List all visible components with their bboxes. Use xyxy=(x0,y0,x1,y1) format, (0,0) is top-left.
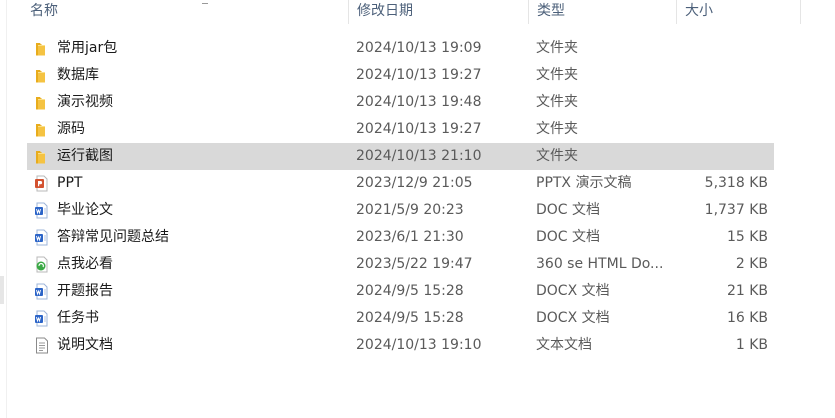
file-row[interactable]: 数据库 2024/10/13 19:27 文件夹 xyxy=(27,62,774,89)
file-size: 5,318 KB xyxy=(704,175,768,191)
folder-icon xyxy=(34,40,50,57)
file-name: 常用jar包 xyxy=(57,40,118,56)
file-row[interactable]: 常用jar包 2024/10/13 19:09 文件夹 xyxy=(27,35,774,62)
file-type: 360 se HTML Do... xyxy=(536,256,664,272)
file-type: 文件夹 xyxy=(536,94,578,110)
file-type: 文件夹 xyxy=(536,40,578,56)
file-name: 答辩常见问题总结 xyxy=(57,229,169,245)
file-row[interactable]: 答辩常见问题总结 2023/6/1 21:30 DOC 文档 15 KB xyxy=(27,224,774,251)
file-size: 1 KB xyxy=(735,337,768,353)
file-type: DOC 文档 xyxy=(536,202,601,218)
file-name: 毕业论文 xyxy=(57,202,113,218)
file-name: 任务书 xyxy=(57,310,99,326)
file-size: 15 KB xyxy=(726,229,768,245)
file-date-modified: 2023/5/22 19:47 xyxy=(356,256,473,272)
file-size: 16 KB xyxy=(726,310,768,326)
file-name: 运行截图 xyxy=(57,148,113,164)
file-type: 文本文档 xyxy=(536,337,592,353)
folder-icon xyxy=(34,121,50,138)
file-name: 说明文档 xyxy=(57,337,113,353)
file-type: 文件夹 xyxy=(536,121,578,137)
file-type: 文件夹 xyxy=(536,148,578,164)
sort-indicator-icon xyxy=(202,0,208,4)
file-type: DOC 文档 xyxy=(536,229,601,245)
scroll-marker xyxy=(0,276,4,304)
pptx-file-icon xyxy=(34,175,50,192)
folder-icon xyxy=(34,67,50,84)
file-row[interactable]: 毕业论文 2021/5/9 20:23 DOC 文档 1,737 KB xyxy=(27,197,774,224)
file-name: 演示视频 xyxy=(57,94,113,110)
file-size: 1,737 KB xyxy=(704,202,768,218)
file-date-modified: 2023/12/9 21:05 xyxy=(356,175,473,191)
file-name: PPT xyxy=(57,175,83,191)
column-header-type[interactable]: 类型 xyxy=(528,0,676,24)
file-date-modified: 2024/10/13 19:27 xyxy=(356,121,482,137)
column-header-date-modified[interactable]: 修改日期 xyxy=(348,0,528,24)
column-header-name[interactable]: 名称 xyxy=(22,0,348,24)
word-doc-icon xyxy=(34,310,50,327)
word-doc-icon xyxy=(34,202,50,219)
file-row[interactable]: 任务书 2024/9/5 15:28 DOCX 文档 16 KB xyxy=(27,305,774,332)
file-type: PPTX 演示文稿 xyxy=(536,175,632,191)
file-date-modified: 2023/6/1 21:30 xyxy=(356,229,464,245)
folder-icon xyxy=(34,94,50,111)
file-date-modified: 2024/10/13 19:48 xyxy=(356,94,482,110)
file-row[interactable]: 开题报告 2024/9/5 15:28 DOCX 文档 21 KB xyxy=(27,278,774,305)
file-date-modified: 2024/9/5 15:28 xyxy=(356,283,464,299)
file-list: 常用jar包 2024/10/13 19:09 文件夹 数据库 2024/10/13 1… xyxy=(27,35,775,359)
file-date-modified: 2024/10/13 19:27 xyxy=(356,67,482,83)
file-size: 21 KB xyxy=(726,283,768,299)
html-file-icon xyxy=(34,256,50,273)
file-name: 点我必看 xyxy=(57,256,113,272)
pane-divider[interactable] xyxy=(6,0,7,418)
folder-icon xyxy=(34,148,50,165)
column-header-end-divider[interactable] xyxy=(800,0,801,24)
column-header-size[interactable]: 大小 xyxy=(676,0,778,24)
file-size: 2 KB xyxy=(735,256,768,272)
file-type: 文件夹 xyxy=(536,67,578,83)
file-date-modified: 2024/9/5 15:28 xyxy=(356,310,464,326)
file-row[interactable]: 说明文档 2024/10/13 19:10 文本文档 1 KB xyxy=(27,332,774,359)
file-type: DOCX 文档 xyxy=(536,283,610,299)
file-name: 数据库 xyxy=(57,67,99,83)
column-header-bar: 名称 修改日期 类型 大小 xyxy=(22,0,801,24)
file-date-modified: 2024/10/13 19:10 xyxy=(356,337,482,353)
file-date-modified: 2024/10/13 19:09 xyxy=(356,40,482,56)
file-type: DOCX 文档 xyxy=(536,310,610,326)
file-row[interactable]: 源码 2024/10/13 19:27 文件夹 xyxy=(27,116,774,143)
file-row[interactable]: 演示视频 2024/10/13 19:48 文件夹 xyxy=(27,89,774,116)
file-row[interactable]: PPT 2023/12/9 21:05 PPTX 演示文稿 5,318 KB xyxy=(27,170,774,197)
word-doc-icon xyxy=(34,283,50,300)
file-date-modified: 2021/5/9 20:23 xyxy=(356,202,464,218)
file-row[interactable]: 运行截图 2024/10/13 21:10 文件夹 xyxy=(27,143,774,170)
navigation-pane-edge[interactable] xyxy=(0,0,4,418)
file-date-modified: 2024/10/13 21:10 xyxy=(356,148,482,164)
file-name: 开题报告 xyxy=(57,283,113,299)
word-doc-icon xyxy=(34,229,50,246)
file-name: 源码 xyxy=(57,121,85,137)
file-row[interactable]: 点我必看 2023/5/22 19:47 360 se HTML Do... 2 KB xyxy=(27,251,774,278)
file-explorer-window: 名称 修改日期 类型 大小 常用jar包 2024/10/13 19:09 文件夹数… xyxy=(0,0,835,418)
text-file-icon xyxy=(34,337,50,354)
